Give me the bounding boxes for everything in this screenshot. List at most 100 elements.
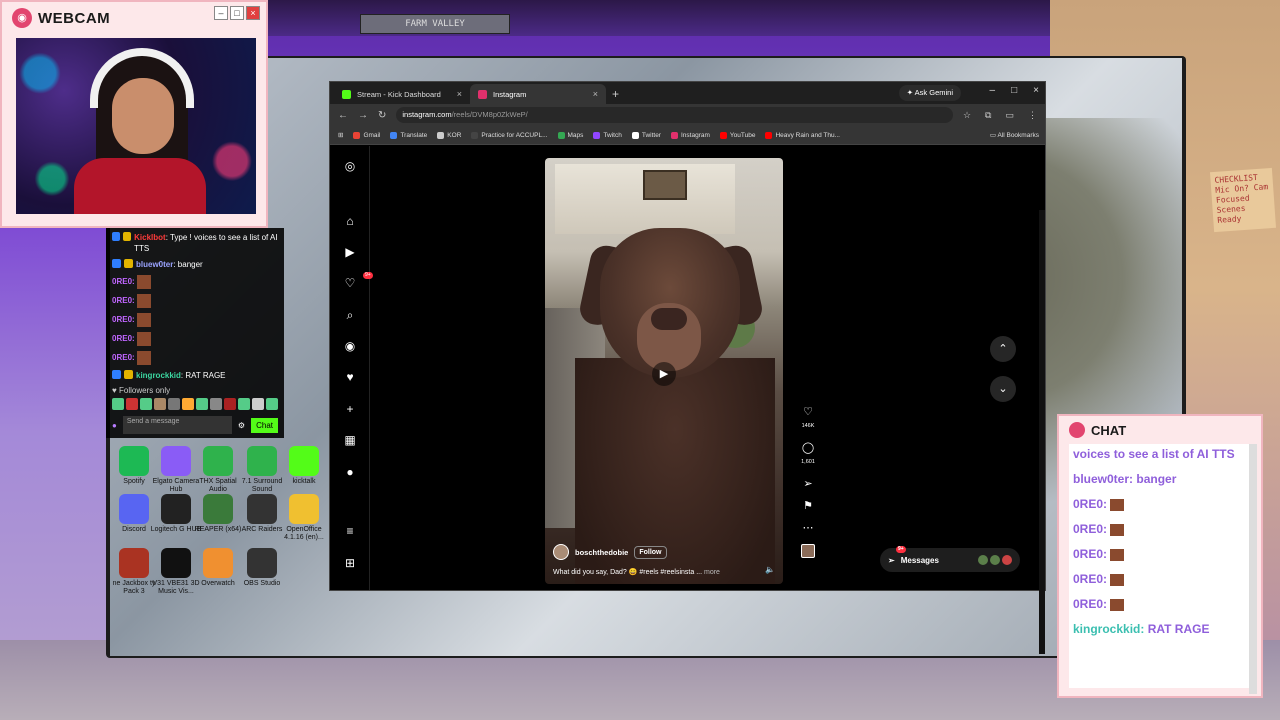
bookmark-item[interactable]: Twitter [631,131,661,139]
tab-instagram[interactable]: Instagram × [470,84,606,104]
reload-icon[interactable]: ↻ [378,110,386,121]
chat-message: 0RE0: [112,313,278,327]
bookmark-item[interactable]: Heavy Rain and Thu... [765,131,840,139]
desktop-icon[interactable]: kicktalk [278,446,330,486]
save-button[interactable]: ⚑ [798,500,818,512]
chat-username[interactable]: 0RE0: [112,296,135,305]
bookmark-item[interactable]: Maps [557,131,583,139]
chat-overlay-line: 0RE0: [1073,596,1245,612]
chat-overlay-line: 0RE0: [1073,571,1245,587]
more-options-button[interactable]: ⋯ [798,522,818,534]
webcam-overlay: ◉ WEBCAM – □ × [0,0,268,228]
star-icon[interactable]: ☆ [963,110,971,121]
close-window-icon[interactable]: × [1033,85,1039,96]
chat-username[interactable]: 0RE0: [112,353,135,362]
reel-author: boschthedobie Follow [553,544,775,560]
messages-label: Messages [900,555,939,565]
more-link[interactable]: more [704,569,720,576]
bookmark-item[interactable]: KOR [437,131,462,139]
notification-badge: 9+ [363,272,373,279]
like-button[interactable]: ♡ 146K [798,406,818,432]
chat-username[interactable]: Kicklbot [134,233,166,242]
new-tab-button[interactable]: + [612,87,619,101]
url-field[interactable]: instagram.com/reels/DVM8p0ZkWeP/ [396,107,953,123]
bookmark-item[interactable]: YouTube [719,131,755,139]
desktop-icon[interactable]: OpenOffice 4.1.16 (en)... [278,494,330,542]
chat-username[interactable]: kingrockkid [136,371,181,380]
hamburger-menu-icon[interactable]: ≡ [342,523,358,539]
chat-overlay-user: 0RE0: [1073,547,1108,561]
chat-username[interactable]: 0RE0: [112,277,135,286]
follow-button[interactable]: Follow [634,545,667,559]
desktop-icon[interactable]: OBS Studio [236,548,288,588]
app-icon [119,446,149,476]
bookmark-icon [765,131,773,139]
tab-kick-dashboard[interactable]: Stream - Kick Dashboard × [334,84,470,104]
url-path: /reels/DVM8p0ZkWeP/ [451,110,528,119]
all-bookmarks[interactable]: ▭ All Bookmarks [990,131,1039,139]
instagram-logo-icon[interactable]: ◎ [342,158,358,174]
chat-input[interactable]: Send a message [122,416,232,434]
author-avatar[interactable] [553,544,569,560]
bookmark-item[interactable]: Twitch [593,131,622,139]
emote-image [1110,573,1125,586]
explore-heart-icon[interactable]: ♡ 9+ [342,272,373,291]
bookmark-item[interactable]: Practice for ACCUPL... [471,131,548,139]
chat-send-button[interactable]: Chat [251,417,278,433]
extensions-icon[interactable]: ⧉ [985,110,991,121]
app-icon [247,494,277,524]
notifications-icon[interactable]: ♥ [342,369,358,385]
tab-label: Stream - Kick Dashboard [357,89,441,99]
chat-username[interactable]: bluew0ter [136,260,173,269]
search-icon[interactable]: ⌕ [342,307,358,323]
comment-button[interactable]: ◯ 1,601 [798,442,818,468]
compass-icon[interactable]: ◉ [342,338,358,354]
play-icon[interactable]: ▶ [652,362,676,386]
more-apps-icon[interactable]: ⊞ [342,555,358,571]
cast-icon[interactable]: ▭ [1005,110,1014,121]
bookmark-label: Translate [400,131,428,139]
reel-video[interactable]: ▶ boschthedobie Follow What did you say,… [545,158,783,584]
ask-gemini-button[interactable]: ✦ Ask Gemini [898,85,961,101]
forward-icon[interactable]: → [358,110,368,121]
chevron-up-icon[interactable]: ⌃ [990,336,1016,362]
mute-icon[interactable]: 🔈 [765,565,775,574]
author-name[interactable]: boschthedobie [575,548,628,557]
home-icon[interactable]: ⌂ [342,213,358,229]
chat-overlay-text: voices to see a list of AI TTS [1073,447,1235,461]
bookmark-icon [631,131,639,139]
profile-avatar-icon[interactable]: ● [342,464,358,480]
close-icon[interactable]: × [457,89,462,99]
chat-overlay-line: 0RE0: [1073,496,1245,512]
settings-icon[interactable]: ⚙ [238,421,245,430]
close-icon[interactable]: × [593,89,598,99]
menu-icon[interactable]: ⋮ [1028,110,1037,121]
reels-icon[interactable]: ▶ [342,244,358,260]
chat-message: kingrockkid: RAT RAGE [112,370,278,381]
bookmark-label: KOR [447,131,462,139]
minimize-icon[interactable]: – [990,85,996,96]
bookmark-item[interactable]: Translate [390,131,428,139]
apps-icon[interactable]: ⊞ [338,131,343,139]
chat-username[interactable]: 0RE0: [112,315,135,324]
maximize-icon[interactable]: □ [1011,85,1017,96]
instagram-sidebar: ◎ ⌂ ▶ ♡ 9+ ⌕ ◉ ♥ + ▦ ● ≡ ⊞ [330,146,373,590]
chat-username[interactable]: 0RE0: [112,334,135,343]
chat-overlay-line: kingrockkid: RAT RAGE [1073,621,1245,637]
bookmark-item[interactable]: Instagram [670,131,710,139]
emote-row [112,398,278,410]
chevron-down-icon[interactable]: ⌄ [990,376,1016,402]
desktop-icon-label: OBS Studio [243,580,281,587]
page-scrollbar[interactable] [1039,210,1045,654]
dashboard-icon[interactable]: ▦ [342,432,358,448]
create-icon[interactable]: + [342,401,358,417]
share-button[interactable]: ➢ [798,478,818,490]
audio-avatar[interactable] [801,544,815,558]
chat-overlay-scrollbar [1249,444,1257,694]
bookmark-item[interactable]: Gmail [353,131,380,139]
bookmark-icon: ⚑ [803,500,813,512]
back-icon[interactable]: ← [338,110,348,121]
messages-button[interactable]: ➢ 9+ Messages [880,546,1020,572]
emote-picker-icon[interactable]: ● [112,421,117,430]
shelf-sign: FARM VALLEY [360,14,510,34]
